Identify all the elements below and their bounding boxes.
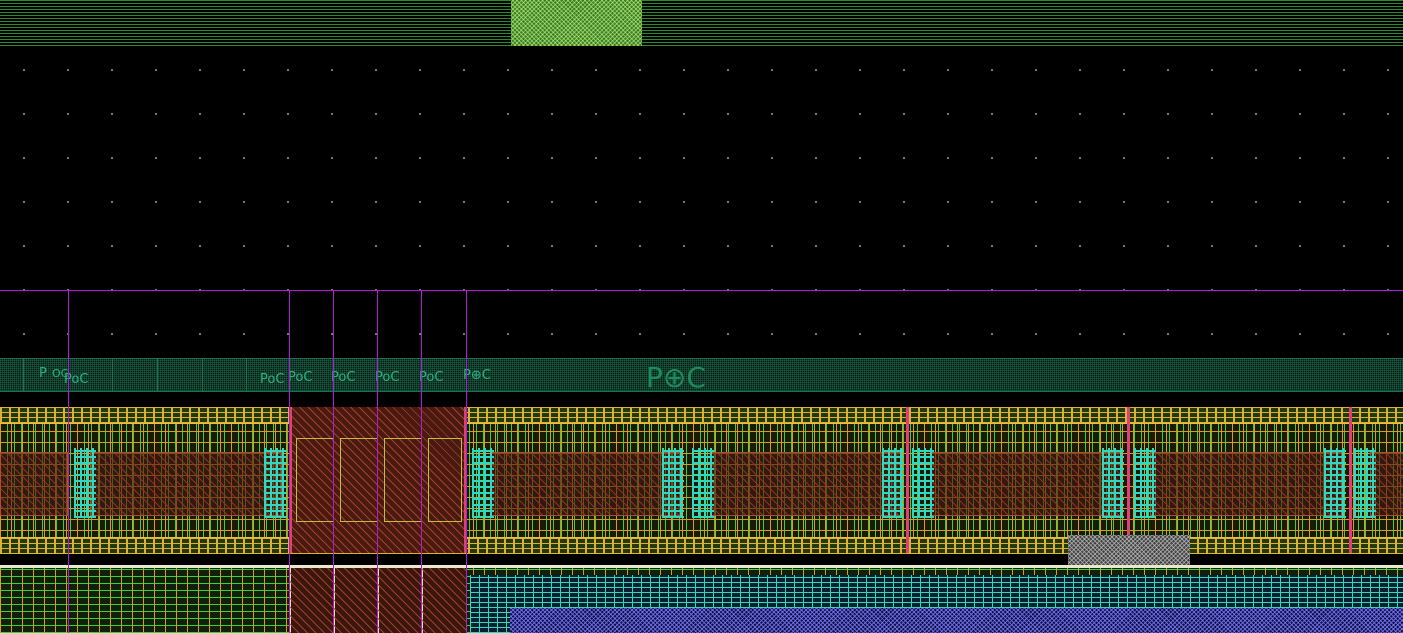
poc-divider bbox=[112, 358, 113, 392]
transistor-region[interactable] bbox=[930, 452, 1122, 516]
gate-outline[interactable] bbox=[296, 438, 334, 522]
gate-outline[interactable] bbox=[428, 438, 462, 522]
lower-poly-cell[interactable] bbox=[290, 568, 466, 633]
contact-array[interactable] bbox=[264, 448, 286, 518]
poc-divider bbox=[246, 358, 247, 392]
poc-label: P bbox=[39, 366, 47, 381]
contact-array[interactable] bbox=[692, 448, 714, 518]
boundary-marker[interactable] bbox=[421, 290, 422, 633]
gate-outline[interactable] bbox=[384, 438, 422, 522]
poc-label: PoC bbox=[375, 370, 400, 385]
top-pad-label bbox=[511, 10, 642, 30]
contact-array[interactable] bbox=[1102, 448, 1124, 518]
poc-label: PoC bbox=[260, 372, 285, 387]
boundary-marker[interactable] bbox=[466, 290, 467, 633]
poc-label: P⊕C bbox=[463, 368, 491, 383]
poc-big-label: P⊕C bbox=[646, 361, 706, 394]
gate-outline[interactable] bbox=[340, 438, 378, 522]
contact-array[interactable] bbox=[74, 448, 96, 518]
cell-boundary-line[interactable] bbox=[0, 290, 1403, 291]
power-rail-bottom[interactable] bbox=[0, 537, 1403, 554]
boundary-marker[interactable] bbox=[68, 290, 69, 633]
transistor-region[interactable] bbox=[90, 452, 282, 516]
cell-boundary bbox=[906, 407, 909, 553]
poc-label: PoC bbox=[331, 370, 356, 385]
poc-divider bbox=[157, 358, 158, 392]
cell-boundary bbox=[1349, 407, 1352, 553]
transistor-region[interactable] bbox=[490, 452, 682, 516]
poc-divider bbox=[202, 358, 203, 392]
contact-array[interactable] bbox=[1354, 448, 1376, 518]
poc-label: PoC bbox=[419, 370, 444, 385]
layout-grid[interactable] bbox=[0, 48, 1403, 358]
lower-metal-field[interactable] bbox=[510, 608, 1403, 633]
contact-array[interactable] bbox=[1324, 448, 1346, 518]
contact-array[interactable] bbox=[912, 448, 934, 518]
contact-array[interactable] bbox=[472, 448, 494, 518]
cell-boundary bbox=[1127, 407, 1130, 553]
transistor-region[interactable] bbox=[0, 452, 68, 516]
boundary-marker[interactable] bbox=[377, 290, 378, 633]
poc-label: PoC bbox=[288, 370, 313, 385]
boundary-marker[interactable] bbox=[333, 290, 334, 633]
transistor-region[interactable] bbox=[1150, 452, 1342, 516]
contact-array[interactable] bbox=[882, 448, 904, 518]
power-rail-top[interactable] bbox=[0, 407, 1403, 424]
transistor-region[interactable] bbox=[710, 452, 902, 516]
top-power-bus[interactable] bbox=[0, 0, 1403, 48]
contact-array[interactable] bbox=[1134, 448, 1156, 518]
boundary-marker[interactable] bbox=[289, 290, 290, 633]
poc-divider bbox=[23, 358, 24, 392]
contact-array[interactable] bbox=[662, 448, 684, 518]
